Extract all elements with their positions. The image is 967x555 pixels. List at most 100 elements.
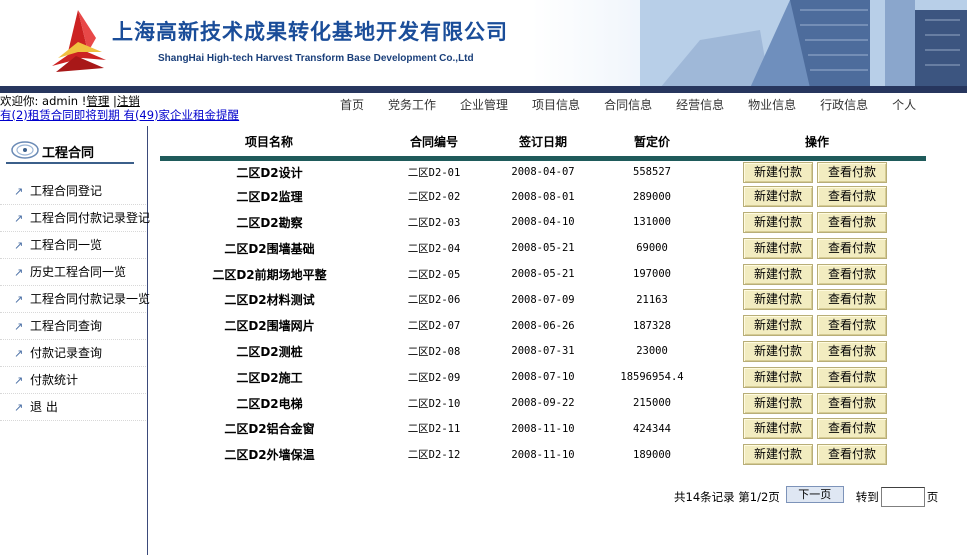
sidebar-item-payment-list[interactable]: ↗ 工程合同付款记录一览 [0, 286, 150, 313]
view-payment-button[interactable]: 查看付款 [817, 340, 887, 362]
view-payment-button[interactable]: 查看付款 [817, 418, 887, 440]
new-payment-button[interactable]: 新建付款 [743, 444, 813, 466]
view-payment-button[interactable]: 查看付款 [817, 315, 887, 337]
arrow-icon: ↗ [14, 320, 24, 333]
arrow-icon: ↗ [14, 239, 24, 252]
nav-personal[interactable]: 个人 [892, 96, 916, 114]
cell-actions: 新建付款 查看付款 [707, 390, 926, 416]
expiry-notice-link[interactable]: 有(2)租赁合同即将到期 有(49)家企业租金提醒 [0, 108, 239, 122]
contract-table-area: 项目名称 合同编号 签订日期 暂定价 操作 二区D2设计 二区D2-01 2008-… [160, 128, 926, 468]
cell-project-name: 二区D2围墙基础 [224, 241, 315, 256]
cell-price: 215000 [633, 397, 671, 410]
view-payment-button[interactable]: 查看付款 [817, 366, 887, 388]
header-divider [0, 86, 967, 93]
cell-project-name: 二区D2围墙网片 [224, 319, 315, 334]
view-payment-button[interactable]: 查看付款 [817, 161, 887, 183]
cell-contract-code: 二区D2-06 [407, 294, 461, 307]
sidebar-item-label: 工程合同一览 [30, 238, 103, 252]
cell-sign-date: 2008-06-26 [511, 319, 575, 332]
sidebar-item-exit[interactable]: ↗ 退 出 [0, 394, 146, 421]
sidebar-header: 工程合同 [6, 134, 134, 164]
manage-link[interactable]: 管理 [86, 94, 109, 108]
sidebar-item-contract-register[interactable]: ↗ 工程合同登记 [0, 178, 146, 205]
nav-property-info[interactable]: 物业信息 [748, 96, 796, 114]
cell-sign-date: 2008-04-10 [511, 216, 575, 229]
contract-table: 项目名称 合同编号 签订日期 暂定价 操作 二区D2设计 二区D2-01 2008-… [160, 128, 926, 468]
cell-contract-code: 二区D2-02 [407, 191, 461, 204]
cell-price: 69000 [636, 242, 668, 255]
cell-actions: 新建付款 查看付款 [707, 416, 926, 442]
nav-admin-info[interactable]: 行政信息 [820, 96, 868, 114]
nav-contract-info[interactable]: 合同信息 [604, 96, 652, 114]
col-header-name: 项目名称 [160, 128, 380, 161]
cell-contract-code: 二区D2-03 [407, 216, 461, 229]
nav-party-work[interactable]: 党务工作 [388, 96, 436, 114]
new-payment-button[interactable]: 新建付款 [743, 161, 813, 183]
cell-contract-code: 二区D2-09 [407, 371, 461, 384]
new-payment-button[interactable]: 新建付款 [743, 392, 813, 414]
cell-actions: 新建付款 查看付款 [707, 287, 926, 313]
cell-project-name: 二区D2材料测试 [224, 293, 315, 308]
new-payment-button[interactable]: 新建付款 [743, 366, 813, 388]
cell-actions: 新建付款 查看付款 [707, 184, 926, 210]
new-payment-button[interactable]: 新建付款 [743, 237, 813, 259]
new-payment-button[interactable]: 新建付款 [743, 315, 813, 337]
view-payment-button[interactable]: 查看付款 [817, 211, 887, 233]
table-row: 二区D2外墙保温 二区D2-12 2008-11-10 189000 新建付款 查看付款 [160, 442, 926, 468]
nav-operation-info[interactable]: 经营信息 [676, 96, 724, 114]
cell-contract-code: 二区D2-11 [407, 423, 461, 436]
cell-project-name: 二区D2测桩 [236, 344, 303, 359]
cell-sign-date: 2008-11-10 [511, 422, 575, 435]
new-payment-button[interactable]: 新建付款 [743, 289, 813, 311]
table-row: 二区D2围墙网片 二区D2-07 2008-06-26 187328 新建付款 查看付款 [160, 313, 926, 339]
nav-project-info[interactable]: 项目信息 [532, 96, 580, 114]
view-payment-button[interactable]: 查看付款 [817, 237, 887, 259]
view-payment-button[interactable]: 查看付款 [817, 392, 887, 414]
next-page-button[interactable]: 下一页 [785, 485, 844, 503]
nav-enterprise[interactable]: 企业管理 [460, 96, 508, 114]
new-payment-button[interactable]: 新建付款 [743, 186, 813, 208]
table-header-row: 项目名称 合同编号 签订日期 暂定价 操作 [160, 128, 926, 161]
sidebar-item-payment-query[interactable]: ↗ 付款记录查询 [0, 340, 146, 367]
user-info-bar: 欢迎你: admin !管理 |注销 有(2)租赁合同即将到期 有(49)家企业… [0, 94, 330, 126]
sidebar-item-history-list[interactable]: ↗ 历史工程合同一览 [0, 259, 146, 286]
cell-price: 189000 [633, 448, 671, 461]
table-row: 二区D2施工 二区D2-09 2008-07-10 18596954.4 新建付款 查看付… [160, 364, 926, 390]
cell-contract-code: 二区D2-12 [407, 449, 461, 462]
page-number-input[interactable] [880, 487, 925, 507]
sidebar-item-contract-query[interactable]: ↗ 工程合同查询 [0, 313, 146, 340]
pagination: 共14条记录 第1/2页 下一页 转到 页 [674, 485, 938, 508]
view-payment-button[interactable]: 查看付款 [817, 444, 887, 466]
cell-contract-code: 二区D2-04 [407, 242, 461, 255]
cell-sign-date: 2008-11-10 [511, 448, 575, 461]
cell-price: 187328 [633, 319, 671, 332]
cell-project-name: 二区D2监理 [236, 190, 303, 205]
logout-link[interactable]: 注销 [117, 94, 140, 108]
skyline-image [640, 0, 967, 88]
new-payment-button[interactable]: 新建付款 [743, 340, 813, 362]
sidebar-item-label: 历史工程合同一览 [30, 265, 127, 279]
arrow-icon: ↗ [14, 347, 24, 360]
sidebar-item-label: 付款统计 [30, 373, 79, 387]
cell-price: 424344 [633, 422, 671, 435]
view-payment-button[interactable]: 查看付款 [817, 186, 887, 208]
cell-sign-date: 2008-05-21 [511, 268, 575, 281]
cell-sign-date: 2008-07-10 [511, 371, 575, 384]
nav-home[interactable]: 首页 [340, 96, 364, 114]
sidebar-item-label: 工程合同付款记录一览 [30, 292, 151, 306]
new-payment-button[interactable]: 新建付款 [743, 418, 813, 440]
new-payment-button[interactable]: 新建付款 [743, 211, 813, 233]
cell-project-name: 二区D2外墙保温 [224, 448, 315, 463]
arrow-icon: ↗ [14, 401, 24, 414]
view-payment-button[interactable]: 查看付款 [817, 289, 887, 311]
sidebar-item-contract-list[interactable]: ↗ 工程合同一览 [0, 232, 146, 259]
arrow-icon: ↗ [14, 212, 24, 225]
col-header-price: 暂定价 [597, 128, 708, 161]
cell-actions: 新建付款 查看付款 [707, 210, 926, 236]
sidebar-item-payment-register[interactable]: ↗ 工程合同付款记录登记 [0, 205, 150, 232]
cell-price: 21163 [636, 293, 668, 306]
new-payment-button[interactable]: 新建付款 [743, 263, 813, 285]
sidebar-item-label: 工程合同查询 [30, 319, 103, 333]
view-payment-button[interactable]: 查看付款 [817, 263, 887, 285]
sidebar-item-payment-stats[interactable]: ↗ 付款统计 [0, 367, 146, 394]
